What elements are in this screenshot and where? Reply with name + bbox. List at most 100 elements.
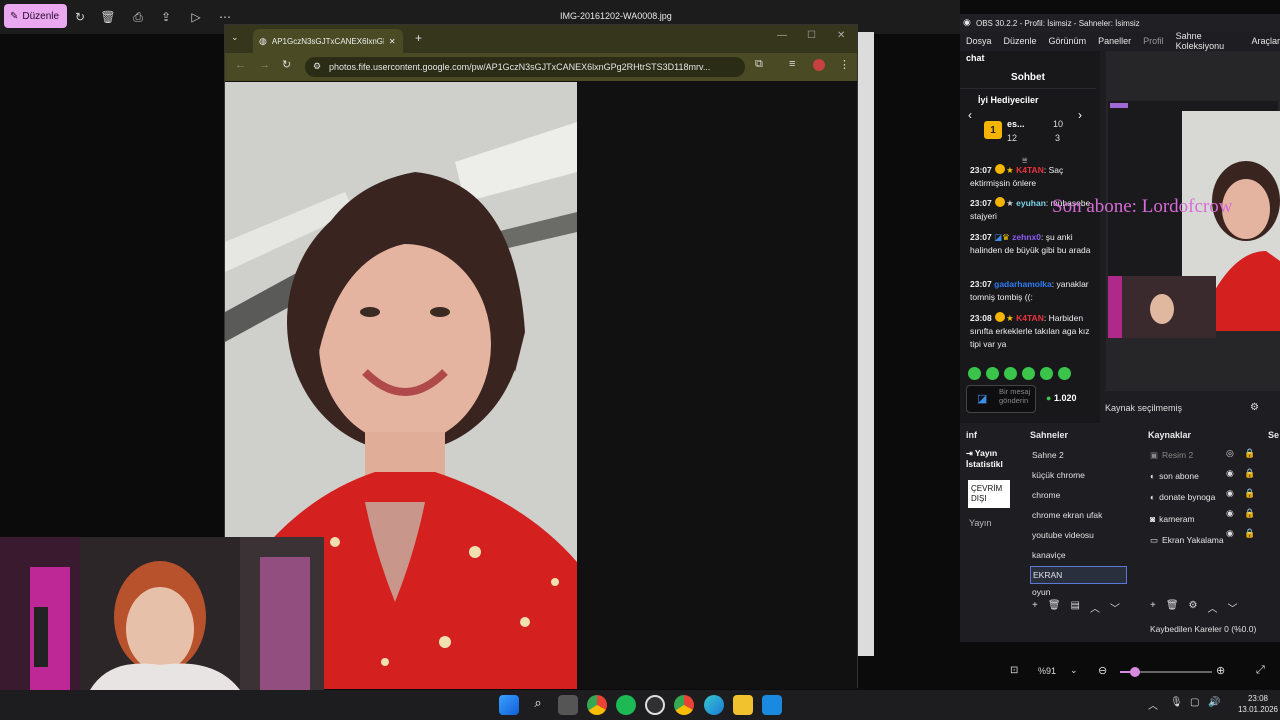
obs-taskbar-icon[interactable] [645, 695, 665, 715]
remove-scene-icon[interactable]: 🗑 [1048, 600, 1061, 615]
source-settings-icon[interactable]: ⚙ [1250, 402, 1259, 413]
move-down-icon[interactable]: ﹀ [1228, 600, 1238, 615]
source-properties-icon[interactable]: ⚙ [1189, 600, 1198, 615]
move-up-icon[interactable]: ︿ [1090, 600, 1100, 615]
move-up-icon[interactable]: ︿ [1208, 600, 1218, 615]
menu-icon[interactable]: ⋮ [839, 58, 850, 71]
eye-icon[interactable]: ◉ [1226, 528, 1234, 539]
zoom-in-icon[interactable]: ⊕ [1216, 664, 1225, 677]
lock-icon[interactable]: 🔒 [1244, 488, 1255, 499]
minimize-icon[interactable]: — [777, 30, 787, 41]
add-source-icon[interactable]: + [1150, 600, 1156, 615]
stream-stats-label[interactable]: ⇥ Yayın İstatistikl [966, 448, 1024, 469]
zoom-level[interactable]: %91 [1038, 666, 1056, 676]
search-icon[interactable]: ⌕ [528, 695, 548, 715]
chrome-icon[interactable] [674, 695, 694, 715]
file-explorer-icon[interactable] [733, 695, 753, 715]
volume-icon[interactable]: 🔊 [1208, 697, 1220, 708]
close-tab-icon[interactable]: ✕ [389, 37, 396, 46]
scene-item-selected[interactable]: EKRAN [1030, 566, 1127, 584]
menu-dosya[interactable]: Dosya [966, 36, 992, 46]
prev-gifter-icon[interactable]: ‹ [968, 108, 972, 122]
browser-tab[interactable]: ◍ AP1GczN3sGJTxCANEX6lxnGP ✕ [253, 29, 403, 53]
menu-gorunum[interactable]: Görünüm [1049, 36, 1087, 46]
fit-screen-icon[interactable]: ⊡ [1010, 665, 1018, 676]
clock[interactable]: 23:08 13.01.2026 [1236, 693, 1280, 715]
gifter-name[interactable]: es... [1007, 119, 1025, 129]
scene-item[interactable]: kanaviçe [1032, 546, 1128, 564]
zoom-slider-thumb[interactable] [1130, 667, 1140, 677]
chat-username[interactable]: K4TAN [1016, 165, 1044, 175]
media-icon[interactable]: ≡ [789, 58, 795, 70]
rotate-icon[interactable]: ↻ [72, 9, 88, 25]
chat-username[interactable]: eyuhan [1016, 198, 1046, 208]
chrome-icon[interactable] [587, 695, 607, 715]
boost-icon[interactable]: ◪ [977, 392, 987, 405]
chat-username[interactable]: gadarhamolka [994, 279, 1052, 289]
scene-item[interactable]: youtube videosu [1032, 526, 1128, 544]
zoom-slider[interactable] [1120, 667, 1212, 677]
emote-icon[interactable] [1022, 367, 1035, 380]
zoom-dropdown-icon[interactable]: ⌄ [1070, 665, 1078, 676]
emote-icon[interactable] [968, 367, 981, 380]
chat-input[interactable]: ◪ Bir mesaj gönderin [966, 385, 1036, 413]
profile-avatar[interactable] [813, 59, 825, 71]
extensions-icon[interactable]: ⧉ [755, 58, 763, 71]
microphone-icon[interactable]: 🎙 [1170, 697, 1183, 708]
move-down-icon[interactable]: ﹀ [1110, 600, 1120, 615]
chat-username[interactable]: zehnx0 [1012, 232, 1041, 242]
scene-item[interactable]: küçük chrome [1032, 466, 1128, 484]
next-gifter-icon[interactable]: › [1078, 108, 1082, 122]
site-info-icon[interactable]: ⚙ [313, 61, 321, 72]
tab-search-icon[interactable]: ⌄ [231, 32, 239, 43]
lock-icon[interactable]: 🔒 [1244, 468, 1255, 479]
slideshow-icon[interactable]: ▷ [188, 9, 204, 25]
spotify-icon[interactable] [616, 695, 636, 715]
network-icon[interactable]: ▢ [1190, 697, 1199, 708]
address-bar[interactable]: ⚙ photos.fife.usercontent.google.com/pw/… [305, 57, 745, 77]
zoom-out-icon[interactable]: ⊖ [1098, 664, 1107, 677]
lock-icon[interactable]: 🔒 [1244, 508, 1255, 519]
menu-duzenle[interactable]: Düzenle [1004, 36, 1037, 46]
scene-item[interactable]: chrome ekran ufak [1032, 506, 1128, 524]
menu-araclar[interactable]: Araçlar [1251, 36, 1280, 46]
delete-icon[interactable]: 🗑 [100, 9, 116, 25]
close-window-icon[interactable]: ✕ [837, 30, 845, 41]
share-icon[interactable]: ⇪ [158, 9, 174, 25]
eye-icon[interactable]: ◎ [1226, 448, 1234, 459]
emote-icon[interactable] [1040, 367, 1053, 380]
scene-item[interactable]: oyun [1032, 586, 1128, 598]
lock-icon[interactable]: 🔒 [1244, 528, 1255, 539]
print-icon[interactable]: ⎙ [130, 9, 146, 25]
menu-sahne-koleksiyonu[interactable]: Sahne Koleksiyonu [1176, 31, 1240, 51]
edit-button[interactable]: ✎ Düzenle [4, 4, 68, 28]
tray-chevron-icon[interactable]: ︿ [1148, 697, 1158, 712]
task-view-icon[interactable] [558, 695, 578, 715]
back-icon[interactable]: ← [235, 59, 246, 71]
fullscreen-icon[interactable]: ⤢ [1256, 664, 1265, 677]
channel-points[interactable]: ● 1.020 [1046, 393, 1076, 403]
photos-icon[interactable] [762, 695, 782, 715]
emote-icon[interactable] [1004, 367, 1017, 380]
eye-icon[interactable]: ◉ [1226, 488, 1234, 499]
remove-source-icon[interactable]: 🗑 [1166, 600, 1179, 615]
menu-profil[interactable]: Profil [1143, 36, 1164, 46]
edge-icon[interactable] [704, 695, 724, 715]
emote-icon[interactable] [986, 367, 999, 380]
maximize-icon[interactable]: ☐ [807, 30, 816, 41]
add-scene-icon[interactable]: + [1032, 600, 1038, 615]
obs-preview[interactable] [1106, 51, 1280, 391]
emote-icon[interactable] [1058, 367, 1071, 380]
chat-username[interactable]: K4TAN [1016, 313, 1044, 323]
eye-icon[interactable]: ◉ [1226, 468, 1234, 479]
menu-paneller[interactable]: Paneller [1098, 36, 1131, 46]
scene-item[interactable]: chrome [1032, 486, 1128, 504]
lock-icon[interactable]: 🔒 [1244, 448, 1255, 459]
eye-icon[interactable]: ◉ [1226, 508, 1234, 519]
start-icon[interactable] [499, 695, 519, 715]
new-tab-icon[interactable]: + [415, 31, 422, 45]
scene-filter-icon[interactable]: ▤ [1071, 600, 1080, 615]
reload-icon[interactable]: ↻ [282, 58, 291, 71]
scene-item[interactable]: Sahne 2 [1032, 446, 1128, 464]
more-icon[interactable]: ⋯ [217, 9, 233, 25]
